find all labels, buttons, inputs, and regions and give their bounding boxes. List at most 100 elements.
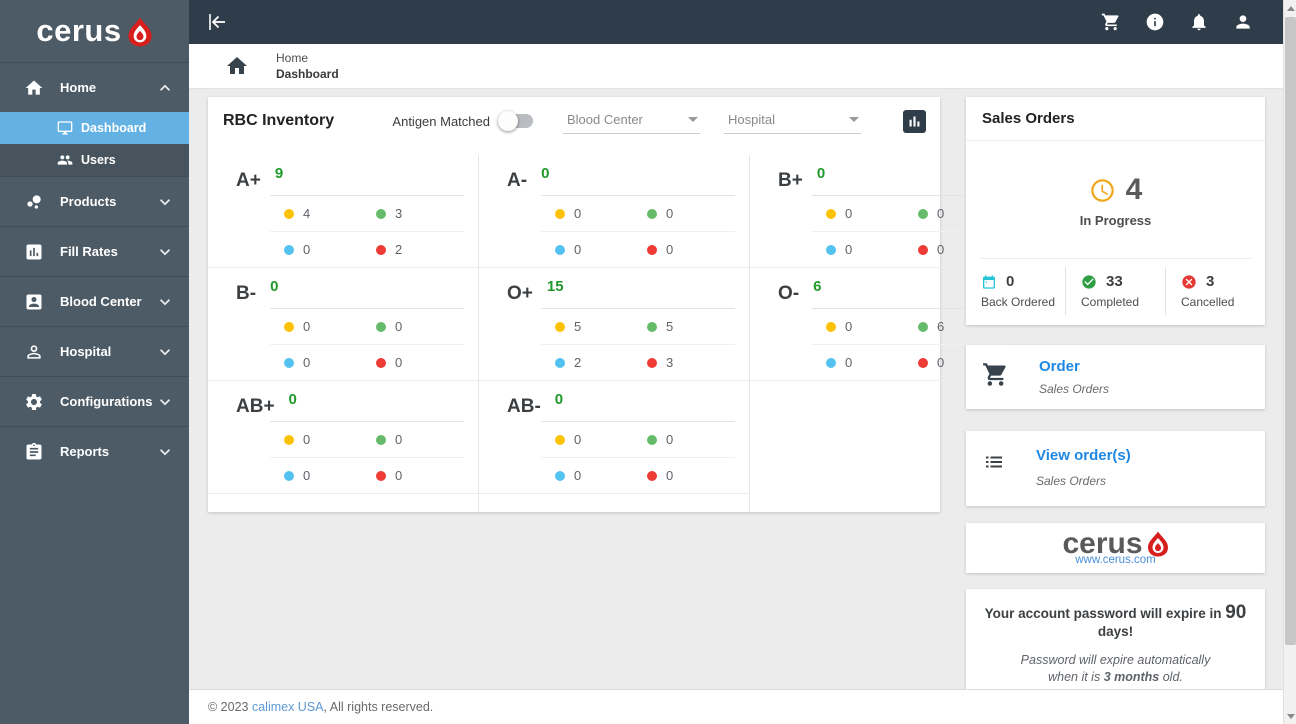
home-icon[interactable] [225, 54, 249, 78]
green-dot-icon [647, 434, 657, 445]
blood-type-label: O- [778, 283, 800, 304]
yellow-dot-icon [555, 321, 565, 332]
info-icon[interactable] [1145, 12, 1165, 32]
count-blue: 0 [555, 242, 647, 257]
sidebar-item-products[interactable]: Products [0, 176, 189, 226]
cerus-drop-icon [127, 17, 153, 47]
green-dot-icon [376, 208, 386, 219]
breadcrumb: Home Dashboard [189, 44, 1283, 89]
sidebar-item-home[interactable]: Home [0, 62, 189, 112]
blood-type-label: A+ [236, 170, 261, 191]
cerus-logo-card: cerus www.cerus.com [966, 523, 1265, 573]
scrollbar-thumb[interactable] [1285, 17, 1296, 645]
view-orders-link[interactable]: View order(s) [1036, 447, 1131, 464]
home-icon [24, 78, 44, 98]
sidebar-logo[interactable]: cerus [0, 0, 189, 62]
chevron-down-icon [155, 192, 175, 212]
stat-completed: 33 Completed [1065, 267, 1165, 315]
scroll-up-arrow[interactable] [1284, 0, 1296, 16]
count-red: 3 [647, 355, 739, 370]
list-icon [982, 450, 1006, 474]
view-orders-shortcut-card[interactable]: View order(s) Sales Orders [966, 431, 1265, 506]
count-red: 0 [376, 468, 468, 483]
stat-value: 33 [1106, 273, 1123, 290]
blood-type-total: 9 [274, 165, 284, 182]
count-blue: 0 [284, 355, 376, 370]
blue-dot-icon [826, 244, 836, 255]
count-green: 0 [647, 206, 739, 221]
in-progress-count: 4 [1125, 173, 1143, 206]
count-red: 2 [376, 242, 468, 257]
dashboard-icon [57, 120, 73, 136]
blood-type-section-a: A- 0 0 0 0 0 [479, 155, 749, 268]
bell-icon[interactable] [1189, 12, 1209, 32]
blood-type-total: 0 [541, 165, 550, 182]
blue-dot-icon [555, 357, 565, 368]
configurations-icon [24, 392, 44, 412]
antigen-matched-toggle[interactable] [498, 111, 533, 131]
blue-dot-icon [284, 357, 294, 368]
users-icon [57, 152, 73, 168]
vertical-scrollbar[interactable] [1283, 0, 1296, 724]
sidebar-item-reports[interactable]: Reports [0, 426, 189, 476]
blood-center-icon [24, 292, 44, 312]
sidebar-item-label: Dashboard [81, 121, 147, 135]
sidebar-item-configurations[interactable]: Configurations [0, 376, 189, 426]
chevron-up-icon [155, 78, 175, 98]
sidebar-item-users[interactable]: Users [0, 144, 189, 176]
chevron-down-icon [155, 392, 175, 412]
cerus-website-link[interactable]: www.cerus.com [1075, 554, 1156, 566]
scroll-down-arrow[interactable] [1284, 708, 1296, 724]
order-shortcut-card[interactable]: Order Sales Orders [966, 345, 1265, 409]
blue-dot-icon [555, 244, 565, 255]
green-dot-icon [918, 321, 928, 332]
sidebar-item-hospital[interactable]: Hospital [0, 326, 189, 376]
red-dot-icon [376, 470, 386, 481]
count-blue: 0 [555, 468, 647, 483]
count-green: 0 [376, 319, 468, 334]
blood-type-label: O+ [507, 283, 533, 304]
reports-icon [24, 442, 44, 462]
blood-center-select[interactable]: Blood Center [563, 108, 700, 134]
sales-orders-stats: 0 Back Ordered 33 Completed 3 Cancelled [966, 267, 1265, 315]
blue-dot-icon [284, 244, 294, 255]
count-yellow: 0 [555, 206, 647, 221]
chart-view-button[interactable] [903, 109, 926, 133]
breadcrumb-section[interactable]: Home [276, 51, 339, 65]
green-dot-icon [376, 321, 386, 332]
fill-rates-icon [24, 242, 44, 262]
topbar-actions [1101, 12, 1283, 32]
calimex-link[interactable]: calimex USA [252, 700, 324, 714]
sales-orders-card: Sales Orders 4 In Progress 0 Back Ordered… [966, 97, 1265, 325]
count-yellow: 0 [284, 319, 376, 334]
collapse-sidebar-icon[interactable] [205, 10, 229, 34]
sidebar-item-blood-center[interactable]: Blood Center [0, 276, 189, 326]
count-yellow: 0 [284, 432, 376, 447]
calendar-icon [981, 274, 997, 290]
blue-dot-icon [826, 357, 836, 368]
yellow-dot-icon [826, 321, 836, 332]
red-dot-icon [918, 357, 928, 368]
stat-cancelled: 3 Cancelled [1165, 267, 1265, 315]
blue-dot-icon [284, 470, 294, 481]
password-days: 90 [1225, 602, 1247, 623]
order-link[interactable]: Order [1039, 358, 1109, 375]
sales-orders-title: Sales Orders [966, 97, 1265, 141]
sidebar-item-fill-rates[interactable]: Fill Rates [0, 226, 189, 276]
hospital-select[interactable]: Hospital [724, 108, 861, 134]
chevron-down-icon [849, 117, 859, 122]
cancel-circle-icon [1181, 274, 1197, 290]
blood-type-section-ab: AB- 0 0 0 0 0 [479, 381, 749, 494]
blood-type-total: 0 [288, 391, 297, 408]
count-blue: 0 [284, 468, 376, 483]
person-icon[interactable] [1233, 12, 1253, 32]
sidebar-item-label: Products [60, 194, 117, 209]
cart-icon[interactable] [1101, 12, 1121, 32]
count-blue: 2 [555, 355, 647, 370]
stat-label: Completed [1081, 295, 1140, 309]
sidebar-item-dashboard[interactable]: Dashboard [0, 112, 189, 144]
red-dot-icon [647, 357, 657, 368]
count-blue: 0 [826, 355, 918, 370]
red-dot-icon [376, 244, 386, 255]
chevron-down-icon [155, 242, 175, 262]
